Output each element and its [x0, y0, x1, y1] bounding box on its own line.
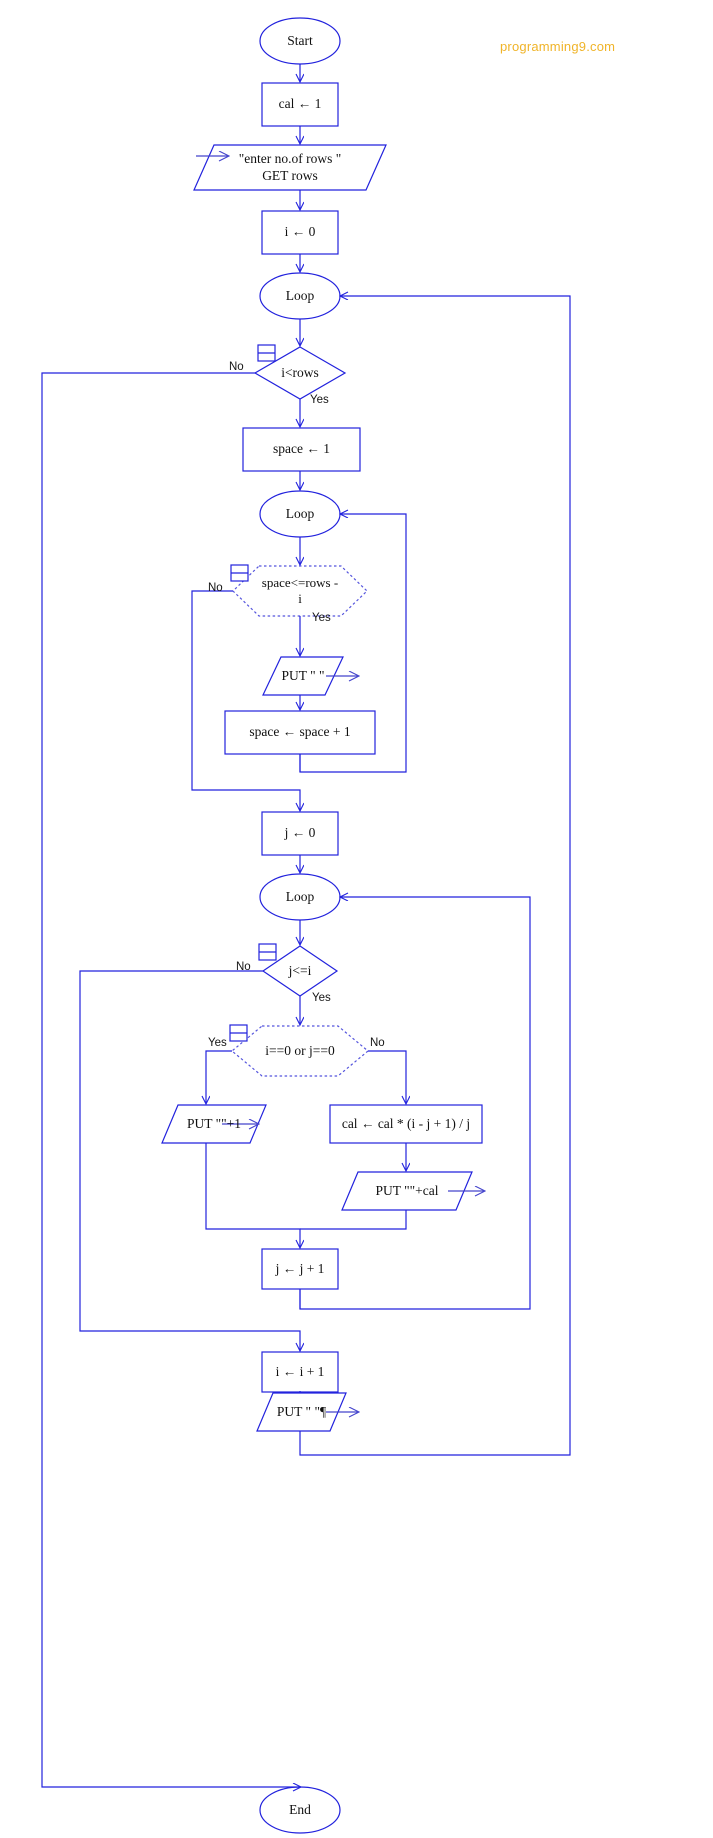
edge-putcal-to-jinc: [300, 1210, 407, 1230]
loop-space-label: Loop: [285, 505, 315, 521]
j-init-label: j ← 0: [284, 825, 316, 841]
start-label: Start: [287, 32, 313, 48]
collapse-toggle-i0-j0[interactable]: [229, 1024, 248, 1042]
cal-calc-box[interactable]: cal ← cal * (i - j + 1) / j: [330, 1105, 482, 1143]
edge-label-j-i-yes: Yes: [312, 992, 331, 1004]
put-newline-label: PUT " "¶: [276, 1403, 327, 1419]
cal-init-box[interactable]: cal ← 1: [262, 83, 338, 126]
edge-label-space-yes: Yes: [312, 612, 331, 624]
input-rows-line2: GET rows: [262, 167, 318, 183]
put-space-label: PUT " ": [281, 667, 325, 683]
loop-space[interactable]: Loop: [260, 491, 340, 537]
input-rows-line1: "enter no.of rows ": [238, 151, 342, 167]
put-one-label: PUT ""+1: [186, 1115, 242, 1131]
cond-i-rows-label: i<rows: [281, 364, 319, 380]
collapse-toggle-j-i[interactable]: [258, 943, 277, 961]
put-cal-label: PUT ""+cal: [375, 1182, 439, 1198]
flowchart-shapes-and-connectors: [41, 17, 571, 1834]
cond-space-line1: space<=rows -: [261, 575, 339, 591]
end-label: End: [289, 1801, 311, 1817]
cond-i0-j0[interactable]: i==0 or j==0: [250, 1039, 350, 1063]
put-space-io[interactable]: PUT " ": [263, 657, 343, 695]
space-init-box[interactable]: space ← 1: [243, 428, 360, 471]
space-inc-label: space ← space + 1: [249, 724, 351, 740]
loop-j-label: Loop: [285, 888, 315, 904]
edge-i0j0-no-to-calcalc: [368, 1050, 406, 1103]
collapse-toggle-i-rows[interactable]: [257, 344, 276, 362]
edge-label-j-i-no: No: [236, 961, 251, 973]
cal-init-label: cal ← 1: [278, 96, 322, 112]
end-terminator[interactable]: End: [260, 1787, 340, 1833]
put-cal-io[interactable]: PUT ""+cal: [342, 1172, 472, 1210]
put-one-io[interactable]: PUT ""+1: [162, 1105, 266, 1143]
space-init-label: space ← 1: [273, 441, 330, 457]
cond-space-line2: i: [298, 591, 302, 606]
edge-i0j0-yes-to-putone: [206, 1050, 232, 1103]
edge-label-i0j0-yes: Yes: [208, 1037, 227, 1049]
cond-i0-j0-label: i==0 or j==0: [265, 1042, 335, 1058]
loop-outer-label: Loop: [285, 287, 315, 303]
edge-putone-to-jinc: [205, 1143, 300, 1247]
put-newline-io[interactable]: PUT " "¶: [257, 1393, 346, 1431]
flowchart-canvas: Start cal ← 1 "enter no.of rows " GET ro…: [0, 0, 713, 1838]
j-inc-label: j ← j + 1: [275, 1260, 325, 1276]
start-terminator[interactable]: Start: [260, 18, 340, 64]
input-rows-io[interactable]: "enter no.of rows " GET rows: [204, 145, 376, 190]
loop-j[interactable]: Loop: [260, 874, 340, 920]
edge-label-i-rows-no: No: [229, 361, 244, 373]
edge-label-i-rows-yes: Yes: [310, 394, 329, 406]
cond-j-i-label: j<=i: [288, 962, 312, 978]
edge-label-i0j0-no: No: [370, 1037, 385, 1049]
i-inc-box[interactable]: i ← i + 1: [262, 1352, 338, 1392]
j-init-box[interactable]: j ← 0: [262, 812, 338, 855]
j-inc-box[interactable]: j ← j + 1: [262, 1249, 338, 1289]
site-watermark: programming9.com: [500, 39, 616, 54]
edge-space-no-to-jinit: [191, 590, 300, 810]
cal-calc-label: cal ← cal * (i - j + 1) / j: [341, 1115, 471, 1131]
edge-j-no-to-iinc: [79, 970, 300, 1350]
loop-outer[interactable]: Loop: [260, 273, 340, 319]
collapse-toggle-space[interactable]: [230, 564, 249, 582]
i-inc-label: i ← i + 1: [275, 1363, 325, 1379]
i-init-label: i ← 0: [284, 224, 316, 240]
cond-space[interactable]: space<=rows - i: [250, 570, 350, 612]
edge-label-space-no: No: [208, 582, 223, 594]
cond-j-i[interactable]: j<=i: [263, 959, 337, 983]
i-init-box[interactable]: i ← 0: [262, 211, 338, 254]
cond-i-rows[interactable]: i<rows: [260, 361, 340, 385]
space-inc-box[interactable]: space ← space + 1: [225, 711, 375, 754]
